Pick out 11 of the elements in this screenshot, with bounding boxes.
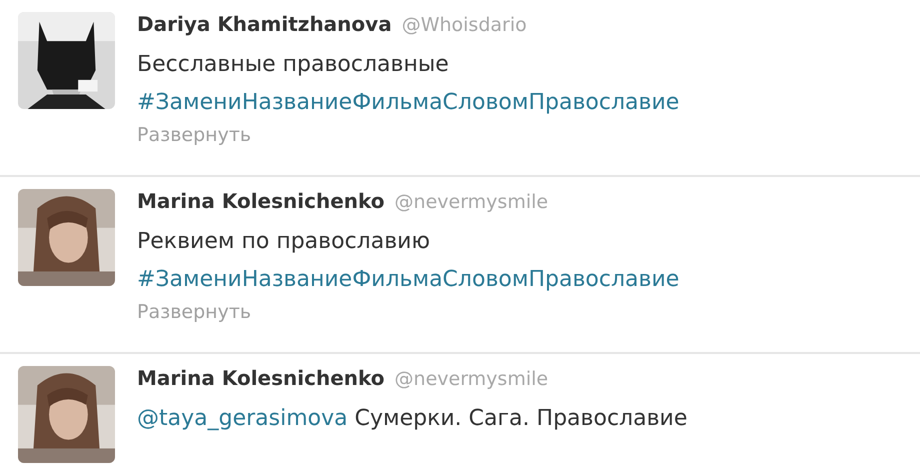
- mention-link[interactable]: @taya_gerasimova: [137, 406, 348, 431]
- user-name[interactable]: Marina Kolesnichenko: [137, 366, 385, 390]
- user-name[interactable]: Marina Kolesnichenko: [137, 189, 385, 213]
- expand-link[interactable]: Развернуть: [137, 124, 910, 146]
- tweet-text: Сумерки. Сага. Православие: [354, 406, 688, 431]
- tweet-text: Реквием по православию: [137, 229, 430, 254]
- hashtag-link[interactable]: #ЗамениНазваниеФильмаСловомПравославие: [137, 261, 680, 299]
- tweet-text: Бесславные православные: [137, 52, 449, 77]
- hashtag-link[interactable]: #ЗамениНазваниеФильмаСловомПравославие: [137, 84, 680, 122]
- expand-link[interactable]: Развернуть: [137, 301, 910, 323]
- user-name[interactable]: Dariya Khamitzhanova: [137, 12, 392, 36]
